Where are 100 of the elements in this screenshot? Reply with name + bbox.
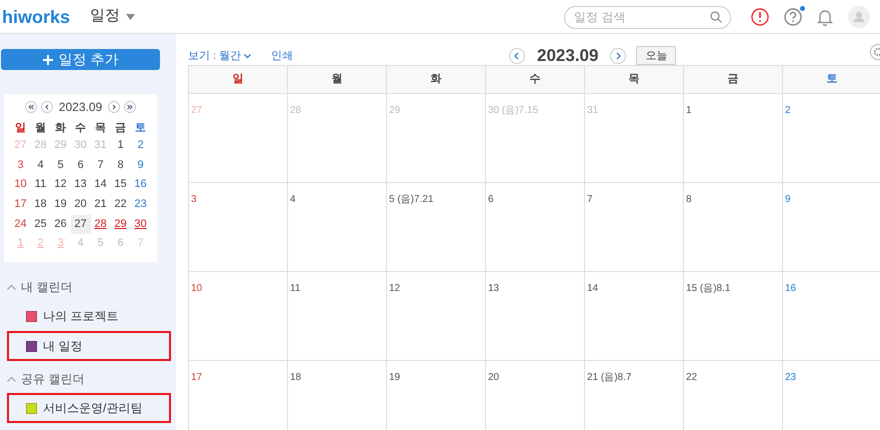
- chevron-right-icon[interactable]: [108, 101, 120, 113]
- weekday-label: 금: [114, 121, 127, 136]
- date-cell[interactable]: 17: [10, 195, 30, 215]
- date-cell[interactable]: 2: [130, 136, 150, 156]
- print-link[interactable]: 인쇄: [271, 48, 294, 64]
- date-cell[interactable]: 3: [10, 156, 30, 176]
- date-cell[interactable]: 30: [130, 214, 150, 234]
- mini-calendar-title: 2023.09: [58, 99, 102, 116]
- date-cell[interactable]: 29: [110, 214, 130, 234]
- date-cell[interactable]: 1: [110, 136, 130, 156]
- view-dropdown[interactable]: 보기 : 월간: [188, 48, 252, 64]
- date-cell[interactable]: 11: [30, 175, 50, 196]
- date-cell[interactable]: 19: [50, 195, 70, 215]
- date-cell[interactable]: 24: [10, 214, 30, 234]
- add-event-button[interactable]: 일정 추가: [1, 49, 160, 70]
- day-cell[interactable]: 16: [783, 272, 880, 360]
- day-cell[interactable]: 19: [387, 360, 486, 430]
- day-number: 11: [290, 282, 300, 294]
- day-cell[interactable]: 21 (음)8.7: [585, 360, 684, 430]
- chevron-up-icon: [7, 284, 16, 290]
- bell-icon[interactable]: [817, 8, 833, 26]
- day-cell[interactable]: 1: [684, 94, 783, 182]
- day-cell[interactable]: 23: [783, 360, 880, 430]
- double-chevron-left-icon[interactable]: [24, 101, 37, 113]
- date-cell[interactable]: 28: [90, 214, 110, 234]
- date-cell[interactable]: 21: [90, 195, 110, 215]
- day-cell[interactable]: 14: [585, 272, 684, 360]
- chevron-down-icon: [244, 54, 252, 59]
- day-cell[interactable]: 18: [288, 360, 387, 430]
- date-cell[interactable]: 16: [130, 175, 150, 196]
- day-number: 20: [488, 372, 500, 382]
- chevron-right-icon[interactable]: [610, 48, 626, 64]
- day-number: 3: [191, 194, 197, 204]
- day-cell[interactable]: 4: [288, 182, 387, 272]
- weekday-header: 월: [288, 66, 387, 94]
- day-cell[interactable]: 12: [387, 272, 486, 360]
- day-cell[interactable]: 6: [486, 182, 585, 272]
- weekday-header: 화: [387, 66, 486, 94]
- double-chevron-right-icon[interactable]: [124, 101, 136, 113]
- calendar-item[interactable]: 서비스운영/관리팀: [7, 393, 171, 424]
- date-cell[interactable]: 18: [30, 195, 50, 215]
- date-cell[interactable]: 12: [50, 175, 70, 196]
- logo[interactable]: hiworks: [2, 8, 70, 26]
- date-cell[interactable]: 25: [30, 214, 50, 234]
- weekday-label: 수: [74, 121, 87, 136]
- date-cell[interactable]: 20: [70, 195, 90, 215]
- calendar-item[interactable]: 나의 프로젝트: [7, 301, 171, 332]
- day-number: 13: [488, 282, 500, 294]
- day-cell[interactable]: 11: [288, 272, 387, 360]
- section-toggle[interactable]: 공유 캘린더: [0, 369, 176, 390]
- day-cell[interactable]: 8: [684, 182, 783, 272]
- date-cell[interactable]: 27: [70, 214, 90, 234]
- date-cell[interactable]: 23: [130, 195, 150, 215]
- date-cell[interactable]: 10: [10, 175, 30, 196]
- day-cell[interactable]: 20: [486, 360, 585, 430]
- date-cell[interactable]: 14: [90, 175, 110, 196]
- day-number: 22: [686, 372, 698, 382]
- date-cell[interactable]: 9: [130, 156, 150, 176]
- date-cell[interactable]: 7: [90, 156, 110, 176]
- day-cell[interactable]: 13: [486, 272, 585, 360]
- day-cell[interactable]: 9: [783, 182, 880, 272]
- day-cell[interactable]: 10: [189, 272, 288, 360]
- section-toggle[interactable]: 내 캘린더: [0, 277, 176, 298]
- day-cell[interactable]: 3: [189, 182, 288, 272]
- day-cell[interactable]: 2: [783, 94, 880, 182]
- date-cell[interactable]: 13: [70, 175, 90, 196]
- day-number: 2: [785, 104, 791, 116]
- day-number: 29: [389, 104, 400, 116]
- day-cell[interactable]: 22: [684, 360, 783, 430]
- date-cell[interactable]: 15: [110, 175, 130, 196]
- today-button[interactable]: 오늘: [636, 46, 676, 66]
- weekday-header: 목: [585, 66, 684, 94]
- day-cell[interactable]: 5 (음)7.21: [387, 182, 486, 272]
- day-cell[interactable]: 7: [585, 182, 684, 272]
- help-icon[interactable]: [784, 8, 802, 26]
- day-number: 14: [587, 282, 598, 294]
- day-number: 15 (음)8.1: [686, 282, 730, 294]
- app-menu[interactable]: 일정: [90, 5, 136, 28]
- day-number: 9: [785, 194, 791, 204]
- day-number: 4: [290, 194, 296, 204]
- date-cell[interactable]: 22: [110, 195, 130, 215]
- search-field[interactable]: 일정 검색: [564, 6, 731, 28]
- date-cell[interactable]: 6: [70, 156, 90, 176]
- calendar-item[interactable]: 내 일정: [7, 331, 171, 362]
- chevron-left-icon[interactable]: [40, 101, 53, 113]
- date-cell[interactable]: 26: [50, 214, 70, 234]
- day-cell[interactable]: 17: [189, 360, 288, 430]
- weekday-label: 월: [34, 121, 47, 136]
- chevron-left-icon[interactable]: [509, 48, 525, 64]
- day-number: 8: [686, 194, 692, 204]
- date-cell[interactable]: 4: [30, 156, 50, 176]
- day-number: 12: [389, 282, 400, 294]
- weekday-header: 일: [189, 66, 288, 94]
- date-cell[interactable]: 8: [110, 156, 130, 176]
- alert-icon[interactable]: [751, 8, 769, 26]
- day-cell[interactable]: 15 (음)8.1: [684, 272, 783, 360]
- date-cell[interactable]: 5: [50, 156, 70, 176]
- plus-icon: [42, 54, 53, 64]
- day-number: 10: [191, 282, 202, 294]
- search-icon[interactable]: [710, 11, 722, 23]
